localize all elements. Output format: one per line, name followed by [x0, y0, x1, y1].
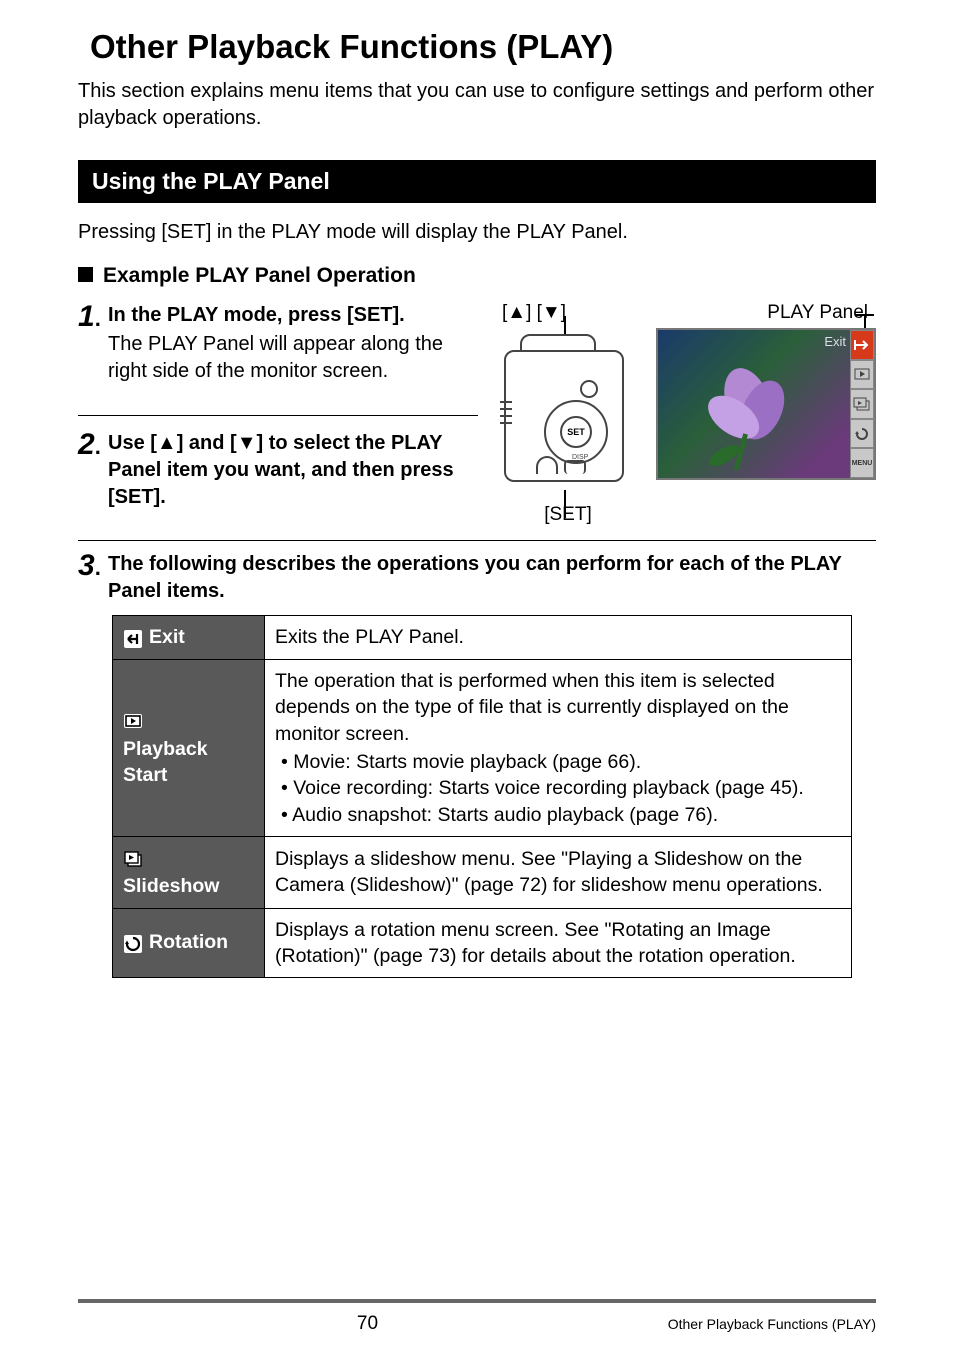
play-panel-strip: MENU — [850, 330, 874, 478]
footer-text: Other Playback Functions (PLAY) — [477, 1316, 876, 1332]
cell-playback-text1: Playback — [123, 736, 254, 762]
page: Other Playback Functions (PLAY) This sec… — [0, 0, 954, 1357]
playback-bullet-2: Voice recording: Starts voice recording … — [281, 775, 841, 801]
panel-item-rotation-icon — [850, 419, 874, 449]
playback-bullet-1: Movie: Starts movie playback (page 66). — [281, 749, 841, 775]
page-number: 70 — [78, 1313, 477, 1335]
step-3-title: The following describes the operations y… — [108, 551, 876, 605]
step-2: 2. Use [▲] and [▼] to select the PLAY Pa… — [78, 430, 478, 511]
camera-diagram: SET DISP — [498, 328, 638, 498]
rotation-icon — [123, 930, 143, 956]
page-footer: 70 Other Playback Functions (PLAY) — [78, 1299, 876, 1335]
table-row: Playback Start The operation that is per… — [113, 660, 852, 837]
set-button-icon: SET — [560, 416, 592, 448]
panel-item-slideshow-icon — [850, 389, 874, 419]
step-3: 3. The following describes the operation… — [78, 551, 876, 605]
table-row: Rotation Displays a rotation menu screen… — [113, 908, 852, 978]
step-1-number: 1. — [78, 302, 108, 385]
flower-image-icon — [688, 350, 808, 470]
label-play-panel: PLAY Panel — [612, 302, 876, 324]
cell-slideshow-desc: Displays a slideshow menu. See "Playing … — [265, 836, 852, 908]
diagram-labels: [▲] [▼] PLAY Panel — [498, 302, 876, 324]
table-row: Slideshow Displays a slideshow menu. See… — [113, 836, 852, 908]
playback-desc-intro: The operation that is performed when thi… — [275, 670, 789, 745]
example-heading: Example PLAY Panel Operation — [78, 264, 876, 288]
cell-exit-label: Exit — [113, 616, 265, 660]
slideshow-icon — [123, 845, 143, 871]
diagram-row: SET DISP — [498, 328, 876, 498]
monitor-screen: Exit — [656, 328, 876, 480]
label-set: [SET] — [498, 504, 638, 526]
screen-diagram-wrap: Exit — [656, 328, 876, 480]
play-panel-functions-table: Exit Exits the PLAY Panel. Playback Star… — [112, 615, 852, 978]
playback-bullets: Movie: Starts movie playback (page 66). … — [275, 749, 841, 828]
screen-exit-label: Exit — [824, 334, 846, 349]
section-heading: Using the PLAY Panel — [78, 160, 876, 203]
steps-and-diagram: 1. In the PLAY mode, press [SET]. The PL… — [78, 302, 876, 526]
panel-item-exit-icon — [850, 330, 874, 360]
cell-exit-desc: Exits the PLAY Panel. — [265, 616, 852, 660]
exit-icon — [123, 625, 143, 651]
section-intro: Pressing [SET] in the PLAY mode will dis… — [78, 221, 876, 244]
step-2-number: 2. — [78, 430, 108, 511]
diagram-column: [▲] [▼] PLAY Panel SET DISP — [498, 302, 876, 526]
square-bullet-icon — [78, 267, 93, 282]
panel-item-play-icon — [850, 360, 874, 390]
step-1-desc: The PLAY Panel will appear along the rig… — [108, 331, 478, 385]
label-arrows: [▲] [▼] — [502, 302, 612, 324]
intro-paragraph: This section explains menu items that yo… — [78, 78, 876, 132]
step-1-title: In the PLAY mode, press [SET]. — [108, 302, 478, 329]
step-3-number: 3. — [78, 551, 108, 605]
cell-exit-text: Exit — [149, 626, 185, 648]
panel-item-menu-icon: MENU — [850, 448, 874, 478]
leader-line-set — [564, 490, 566, 518]
cell-playback-text2: Start — [123, 762, 254, 788]
cell-rotation-desc: Displays a rotation menu screen. See "Ro… — [265, 908, 852, 978]
steps-column: 1. In the PLAY mode, press [SET]. The PL… — [78, 302, 478, 526]
cell-playback-label: Playback Start — [113, 660, 265, 837]
cell-slideshow-text: Slideshow — [123, 873, 254, 899]
step-2-title: Use [▲] and [▼] to select the PLAY Panel… — [108, 430, 478, 511]
cell-slideshow-label: Slideshow — [113, 836, 265, 908]
step-1: 1. In the PLAY mode, press [SET]. The PL… — [78, 302, 478, 385]
cell-rotation-label: Rotation — [113, 908, 265, 978]
cell-rotation-text: Rotation — [149, 931, 228, 953]
playback-bullet-3: Audio snapshot: Starts audio playback (p… — [281, 802, 841, 828]
cell-playback-desc: The operation that is performed when thi… — [265, 660, 852, 837]
divider-full — [78, 540, 876, 541]
divider — [78, 415, 478, 416]
example-heading-text: Example PLAY Panel Operation — [103, 264, 416, 287]
playback-start-icon — [123, 707, 143, 733]
chapter-title: Other Playback Functions (PLAY) — [90, 28, 876, 66]
table-row: Exit Exits the PLAY Panel. — [113, 616, 852, 660]
